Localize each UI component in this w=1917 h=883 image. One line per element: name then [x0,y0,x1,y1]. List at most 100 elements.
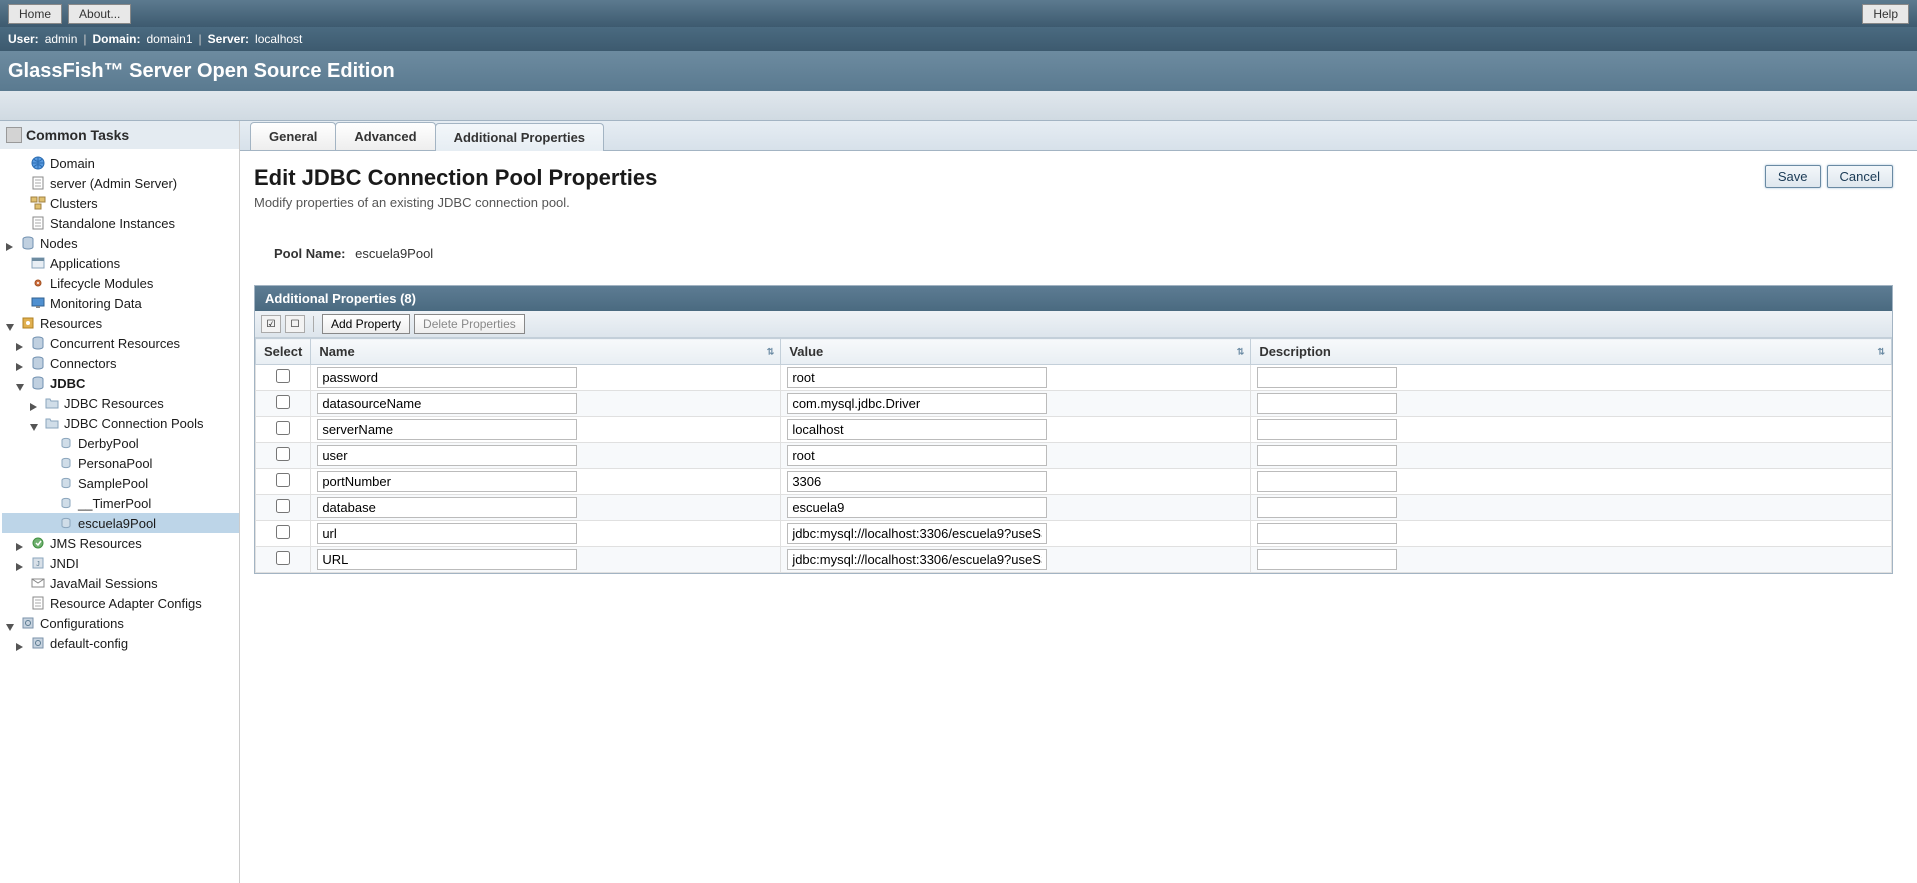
property-description-input[interactable] [1257,367,1397,388]
table-row [256,547,1892,573]
nav-item-default-config[interactable]: default-config [2,633,239,653]
property-description-input[interactable] [1257,419,1397,440]
col-value[interactable]: Value⇅ [781,339,1251,365]
deselect-all-button[interactable]: ☐ [285,315,305,333]
property-value-input[interactable] [787,367,1047,388]
property-name-input[interactable] [317,497,577,518]
col-name[interactable]: Name⇅ [311,339,781,365]
home-button[interactable]: Home [8,4,62,24]
nav-item-resources[interactable]: Resources [2,313,239,333]
property-description-input[interactable] [1257,471,1397,492]
tree-toggle-icon[interactable] [16,359,25,368]
nav-item-standalone-instances[interactable]: Standalone Instances [2,213,239,233]
nav-item-samplepool[interactable]: SamplePool [2,473,239,493]
nav-item-jdbc-resources[interactable]: JDBC Resources [2,393,239,413]
nav-item-label: JavaMail Sessions [50,576,158,591]
tab-advanced[interactable]: Advanced [335,122,435,150]
nav-item-nodes[interactable]: Nodes [2,233,239,253]
row-select-checkbox[interactable] [276,421,290,435]
tree-toggle-icon[interactable] [16,539,25,548]
add-property-button[interactable]: Add Property [322,314,410,334]
nav-item-clusters[interactable]: Clusters [2,193,239,213]
help-button[interactable]: Help [1862,4,1909,24]
property-value-input[interactable] [787,471,1047,492]
tab-additional-properties[interactable]: Additional Properties [435,123,604,151]
row-select-checkbox[interactable] [276,447,290,461]
nav-item-label: Applications [50,256,120,271]
save-button[interactable]: Save [1765,165,1821,188]
row-select-checkbox[interactable] [276,525,290,539]
tree-toggle-icon[interactable] [16,339,25,348]
user-label: User: [8,32,39,46]
tree-toggle-icon[interactable] [16,559,25,568]
nav-item-connectors[interactable]: Connectors [2,353,239,373]
property-description-input[interactable] [1257,549,1397,570]
tree-toggle-icon[interactable] [30,399,39,408]
property-name-input[interactable] [317,393,577,414]
apps-icon [30,255,46,271]
brand-bar: GlassFish™ Server Open Source Edition [0,51,1917,91]
page-title: Edit JDBC Connection Pool Properties [254,165,1765,191]
dbsmall-icon [58,435,74,451]
nav-item-label: Monitoring Data [50,296,142,311]
table-row [256,443,1892,469]
nav-item-concurrent-resources[interactable]: Concurrent Resources [2,333,239,353]
row-select-checkbox[interactable] [276,499,290,513]
tree-toggle-icon[interactable] [6,239,15,248]
delete-properties-button[interactable]: Delete Properties [414,314,525,334]
table-row [256,495,1892,521]
tree-toggle-icon[interactable] [16,639,25,648]
nav-item-jndi[interactable]: JJNDI [2,553,239,573]
cancel-button[interactable]: Cancel [1827,165,1893,188]
nav-item-configurations[interactable]: Configurations [2,613,239,633]
tree-toggle-icon[interactable] [6,619,15,628]
tree-toggle-icon[interactable] [6,319,15,328]
property-value-input[interactable] [787,549,1047,570]
property-name-input[interactable] [317,471,577,492]
property-value-input[interactable] [787,497,1047,518]
nav-item--timerpool[interactable]: __TimerPool [2,493,239,513]
folder-icon [44,395,60,411]
nav-item-personapool[interactable]: PersonaPool [2,453,239,473]
property-value-input[interactable] [787,419,1047,440]
about-button[interactable]: About... [68,4,131,24]
col-description[interactable]: Description⇅ [1251,339,1892,365]
property-name-input[interactable] [317,445,577,466]
nav-item-resource-adapter-configs[interactable]: Resource Adapter Configs [2,593,239,613]
nav-item-lifecycle-modules[interactable]: Lifecycle Modules [2,273,239,293]
row-select-checkbox[interactable] [276,473,290,487]
property-value-input[interactable] [787,445,1047,466]
row-select-checkbox[interactable] [276,551,290,565]
property-value-input[interactable] [787,393,1047,414]
nav-item-label: Nodes [40,236,78,251]
property-description-input[interactable] [1257,497,1397,518]
property-description-input[interactable] [1257,393,1397,414]
row-select-checkbox[interactable] [276,369,290,383]
property-name-input[interactable] [317,523,577,544]
property-name-input[interactable] [317,367,577,388]
property-name-input[interactable] [317,419,577,440]
sort-icon: ⇅ [1237,346,1245,357]
property-description-input[interactable] [1257,523,1397,544]
row-select-checkbox[interactable] [276,395,290,409]
select-all-button[interactable]: ☑ [261,315,281,333]
nav-item-javamail-sessions[interactable]: JavaMail Sessions [2,573,239,593]
nav-item-server-admin-server-[interactable]: server (Admin Server) [2,173,239,193]
nav-item-jms-resources[interactable]: JMS Resources [2,533,239,553]
tree-toggle-icon[interactable] [16,379,25,388]
infobar: User: admin | Domain: domain1 | Server: … [0,27,1917,51]
tree-toggle-icon[interactable] [30,419,39,428]
property-value-input[interactable] [787,523,1047,544]
nav-item-monitoring-data[interactable]: Monitoring Data [2,293,239,313]
nav-item-label: SamplePool [78,476,148,491]
nav-item-jdbc[interactable]: JDBC [2,373,239,393]
property-name-input[interactable] [317,549,577,570]
nav-item-domain[interactable]: Domain [2,153,239,173]
nav-item-label: JMS Resources [50,536,142,551]
nav-item-escuela9pool[interactable]: escuela9Pool [2,513,239,533]
nav-item-derbypool[interactable]: DerbyPool [2,433,239,453]
nav-item-applications[interactable]: Applications [2,253,239,273]
nav-item-jdbc-connection-pools[interactable]: JDBC Connection Pools [2,413,239,433]
property-description-input[interactable] [1257,445,1397,466]
tab-general[interactable]: General [250,122,336,150]
